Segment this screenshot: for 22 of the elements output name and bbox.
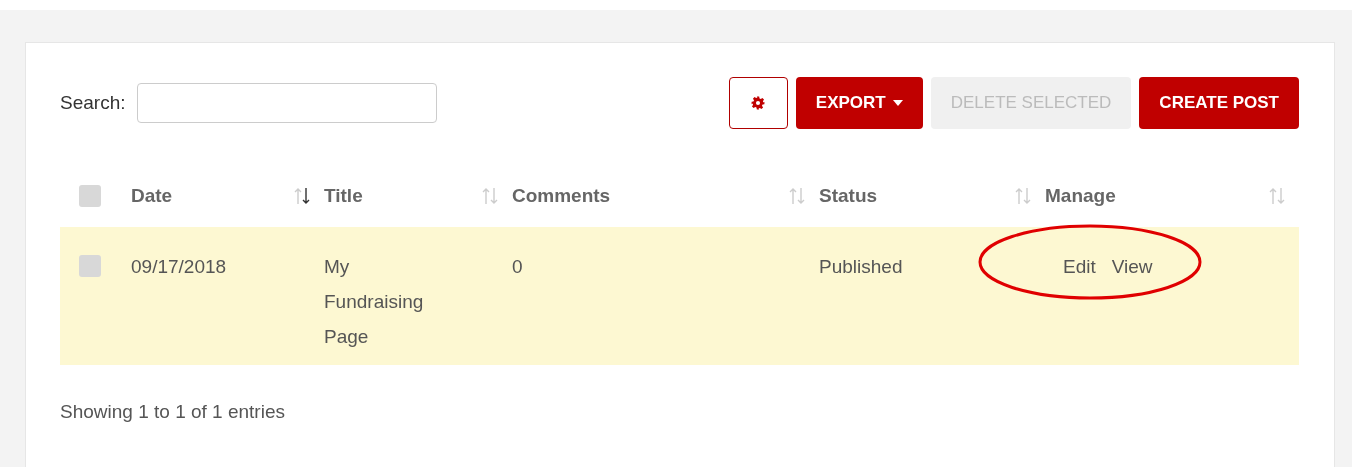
caret-icon [892,100,903,106]
action-link[interactable]: View [1111,249,1153,284]
entries-info: Showing 1 to 1 of 1 entries [60,401,286,423]
row-checkbox[interactable] [79,255,101,277]
comments-count: 0 [512,256,523,277]
sort-icon[interactable] [294,187,310,205]
toolbar-button[interactable]: CREATE POST [1139,77,1299,129]
column-header[interactable]: Comments [512,185,611,207]
column-header[interactable]: Manage [1045,185,1116,207]
search-field[interactable] [137,83,438,123]
status-text: Published [819,256,903,277]
column-header[interactable]: Status [819,185,878,207]
column-header[interactable]: Title [324,185,363,207]
title-text: My Fundraising Page [324,256,424,347]
date-text: 09/17/2018 [131,256,227,277]
search-label: Search: [60,92,126,114]
action-link[interactable]: Edit [1063,249,1096,284]
column-header[interactable]: Date [131,185,173,207]
settings-button[interactable] [728,77,788,129]
settings-icon [751,96,766,110]
select-all-checkbox[interactable] [79,185,101,207]
export-dropdown-button[interactable]: EXPORT [795,77,923,129]
